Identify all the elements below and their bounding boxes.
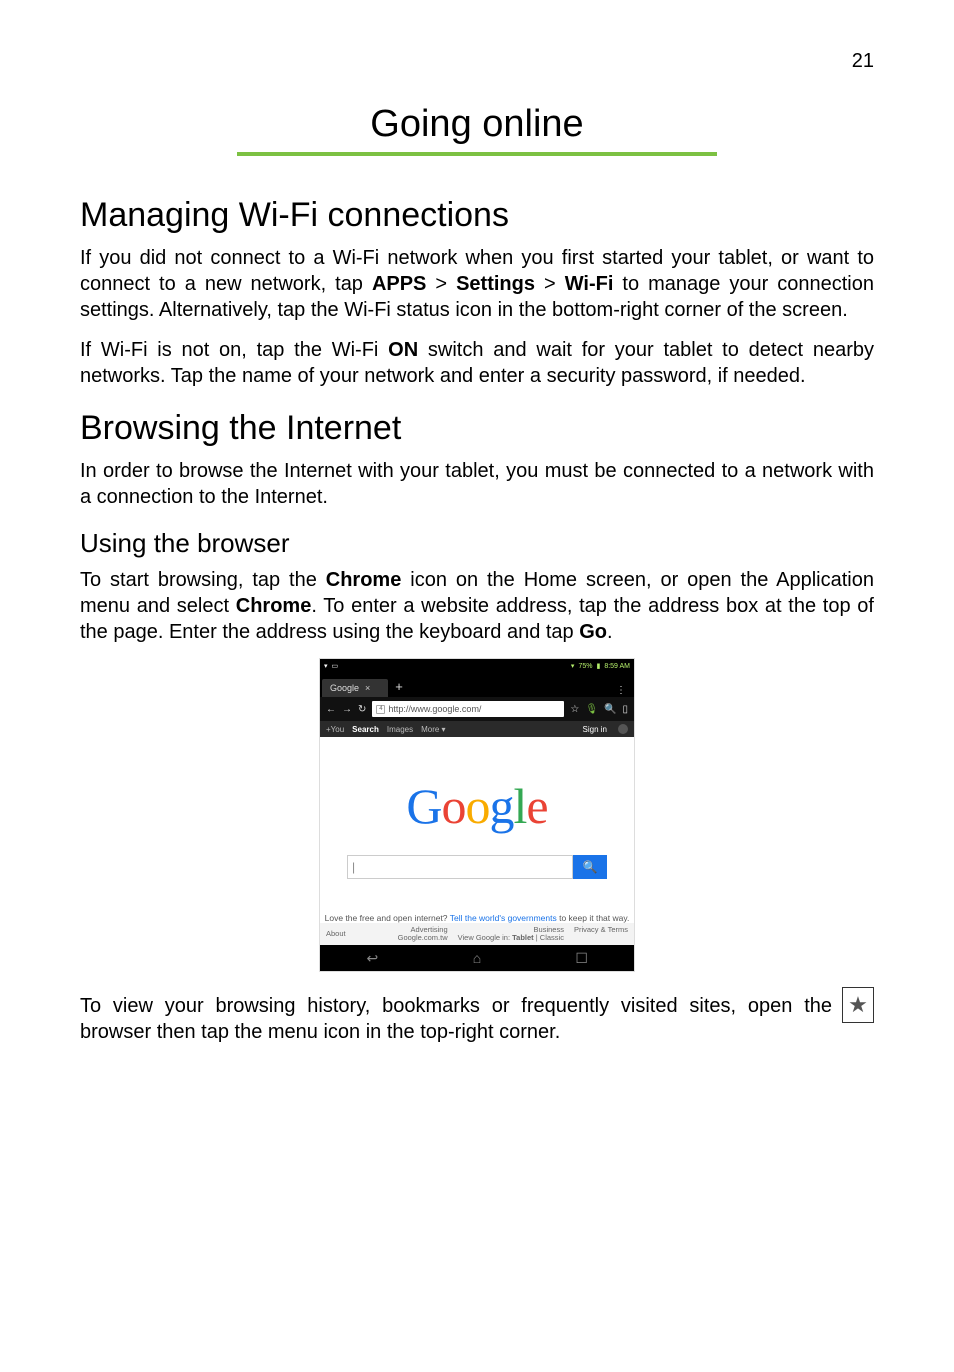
heading-browsing: Browsing the Internet	[80, 409, 874, 448]
url-input[interactable]: 4 http://www.google.com/	[372, 701, 564, 717]
using-para: To start browsing, tap the Chrome icon o…	[80, 567, 874, 645]
text-bold-wifi: Wi-Fi	[565, 273, 614, 295]
text: >	[535, 273, 565, 295]
kebab-menu-icon[interactable]: ⋮	[610, 689, 632, 697]
text-bold-chrome2: Chrome	[236, 595, 312, 617]
google-footer: About Advertising Google.com.tw Business…	[320, 923, 634, 945]
text-bold-apps: APPS	[372, 273, 426, 295]
page-content: G o o g l e | 🔍 Love the free and open i…	[320, 737, 634, 923]
page-title: Going online	[80, 103, 874, 146]
browse-para-1: In order to browse the Internet with you…	[80, 458, 874, 510]
search-icon[interactable]: 🔍	[604, 704, 616, 715]
logo-letter: g	[490, 777, 514, 835]
home-nav-icon[interactable]: ⌂	[457, 950, 497, 966]
logo-letter: G	[406, 777, 441, 835]
page-number: 21	[80, 50, 874, 73]
google-logo: G o o g l e	[406, 777, 547, 835]
text: to keep it that way.	[557, 913, 630, 923]
wifi-strength-icon: ▾	[571, 662, 575, 670]
text-bold-chrome1: Chrome	[326, 569, 402, 591]
text: >	[426, 273, 456, 295]
recents-nav-icon[interactable]: ☐	[562, 950, 602, 967]
microphone-icon[interactable]: 🎙	[585, 704, 598, 715]
tab-strip: Google × + ⋮	[320, 673, 634, 697]
wifi-para-2: If Wi-Fi is not on, tap the Wi-Fi ON swi…	[80, 337, 874, 389]
heading-managing-wifi: Managing Wi-Fi connections	[80, 196, 874, 235]
back-icon[interactable]: ←	[326, 704, 336, 715]
nav-images[interactable]: Images	[387, 725, 413, 734]
sign-in-button[interactable]: Sign in	[578, 724, 612, 735]
battery-text: 75%	[578, 663, 592, 670]
star-icon[interactable]: ☆	[570, 704, 579, 715]
nav-more[interactable]: More ▾	[421, 725, 445, 734]
text-bold-go: Go	[579, 621, 607, 643]
clock-text: 8:59 AM	[604, 663, 630, 670]
reload-icon[interactable]: ↻	[358, 704, 366, 715]
title-divider	[237, 152, 717, 156]
text: If Wi-Fi is not on, tap the Wi-Fi	[80, 339, 388, 361]
battery-outline-icon: ▭	[332, 662, 339, 670]
status-bar: ▾ ▭ ▾ 75% ▮ 8:59 AM	[320, 659, 634, 673]
logo-letter: o	[466, 777, 490, 835]
footer-about[interactable]: About	[326, 930, 346, 938]
wifi-icon: ▾	[324, 662, 328, 670]
google-top-nav: +You Search Images More ▾ Sign in	[320, 721, 634, 737]
logo-letter: l	[514, 777, 527, 835]
heading-using-browser: Using the browser	[80, 528, 874, 559]
address-bar: ← → ↻ 4 http://www.google.com/ ☆ 🎙 🔍 ▯	[320, 697, 634, 721]
favicon-icon: 4	[376, 705, 385, 714]
logo-letter: o	[442, 777, 466, 835]
close-icon[interactable]: ×	[365, 683, 370, 693]
nav-plus-you[interactable]: +You	[326, 725, 344, 734]
back-nav-icon[interactable]: ↩	[352, 950, 392, 967]
magnifier-icon: 🔍	[583, 860, 598, 874]
footer-locale[interactable]: Google.com.tw	[398, 934, 448, 942]
android-nav-bar: ↩ ⌂ ☐	[320, 945, 634, 971]
logo-letter: e	[526, 777, 547, 835]
search-row: | 🔍	[347, 855, 607, 879]
bookmark-icon[interactable]: ▯	[622, 704, 628, 715]
bookmark-star-icon: ★	[842, 987, 874, 1023]
text: .	[607, 621, 613, 643]
nav-search[interactable]: Search	[352, 725, 379, 734]
embedded-screenshot: ▾ ▭ ▾ 75% ▮ 8:59 AM Google × + ⋮	[320, 659, 634, 971]
text: Love the free and open internet?	[325, 913, 450, 923]
forward-icon[interactable]: →	[342, 704, 352, 715]
text-bold-on: ON	[388, 339, 418, 361]
star-icon: ★	[848, 994, 868, 1016]
battery-icon: ▮	[596, 662, 600, 670]
promo-link[interactable]: Tell the world's governments	[450, 913, 557, 923]
new-tab-button[interactable]: +	[391, 679, 411, 697]
footer-view-mode: View Google in: Tablet | Classic	[458, 934, 564, 942]
browser-tab[interactable]: Google ×	[322, 679, 388, 697]
footer-terms[interactable]: Privacy & Terms	[574, 926, 628, 934]
promo-text: Love the free and open internet? Tell th…	[325, 913, 630, 923]
wifi-para-1: If you did not connect to a Wi-Fi networ…	[80, 245, 874, 323]
search-input[interactable]: |	[347, 855, 573, 879]
url-text: http://www.google.com/	[388, 704, 481, 714]
text: To start browsing, tap the	[80, 569, 326, 591]
search-button[interactable]: 🔍	[573, 855, 607, 879]
text-bold-settings: Settings	[456, 273, 535, 295]
tab-label: Google	[330, 683, 359, 693]
last-paragraph: To view your browsing history, bookmarks…	[80, 993, 832, 1045]
gear-icon[interactable]	[618, 724, 628, 734]
